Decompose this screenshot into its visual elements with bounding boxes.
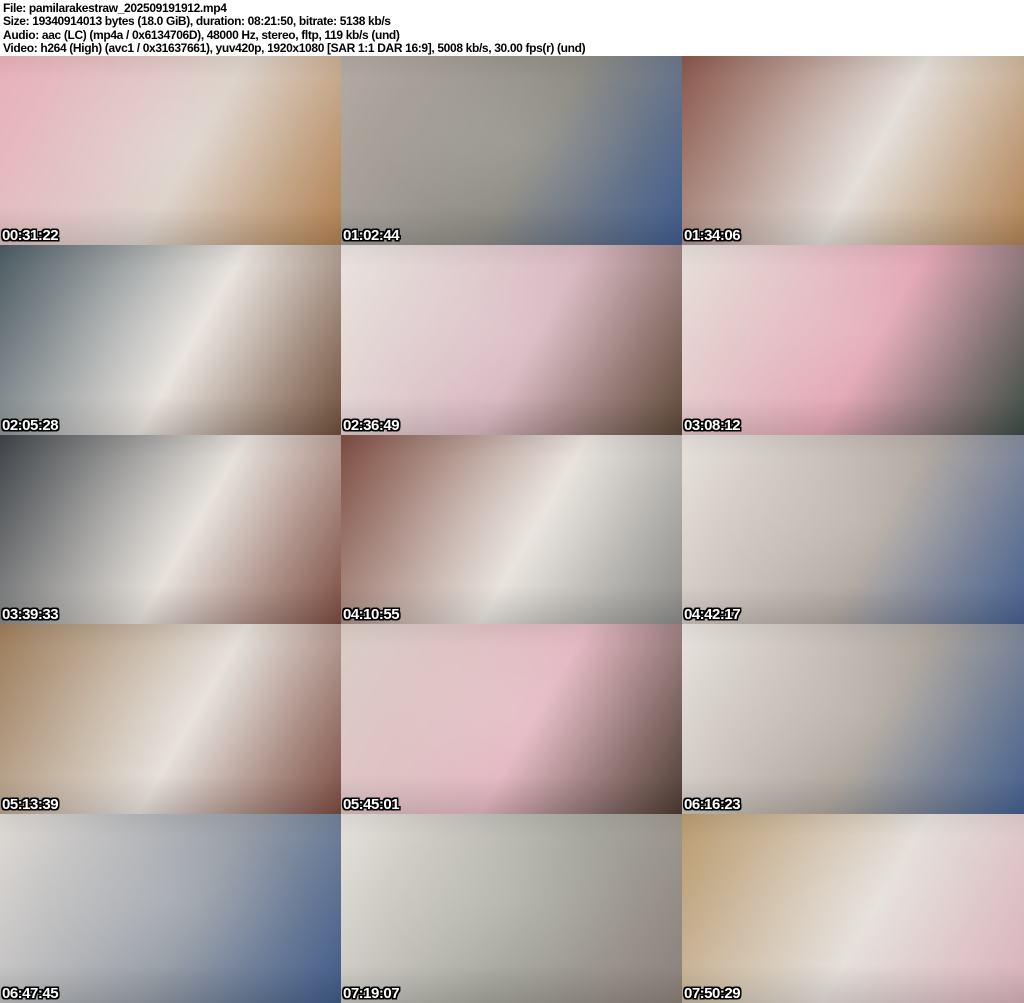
- video-thumbnail: 03:39:33: [0, 434, 341, 625]
- timestamp-overlay: 03:39:33: [2, 606, 59, 624]
- video-thumbnail: 04:10:55: [341, 434, 682, 625]
- timestamp-overlay: 07:19:07: [343, 984, 400, 1002]
- video-thumbnail: 02:36:49: [341, 245, 682, 435]
- thumbnail-grid: 00:31:22 01:02:44 01:34:06 02:05:28 02:3…: [0, 56, 1024, 1003]
- timestamp-overlay: 02:05:28: [2, 416, 59, 434]
- timestamp-overlay: 04:10:55: [343, 606, 400, 624]
- audio-info-line: Audio: aac (LC) (mp4a / 0x6134706D), 480…: [3, 27, 400, 42]
- timestamp-overlay: 04:42:17: [684, 606, 741, 624]
- timestamp-overlay: 06:47:45: [2, 984, 59, 1002]
- video-contact-sheet: File: pamilarakestraw_202509191912.mp4 S…: [0, 0, 1024, 1003]
- video-thumbnail: 07:19:07: [341, 813, 682, 1003]
- video-thumbnail: 00:31:22: [0, 56, 341, 246]
- video-thumbnail: 05:13:39: [0, 624, 341, 814]
- video-thumbnail: 03:08:12: [682, 245, 1024, 435]
- size-info-line: Size: 19340914013 bytes (18.0 GiB), dura…: [3, 14, 391, 29]
- timestamp-overlay: 01:02:44: [343, 227, 400, 245]
- video-thumbnail: 01:02:44: [341, 56, 682, 246]
- timestamp-overlay: 01:34:06: [684, 227, 741, 245]
- timestamp-overlay: 06:16:23: [684, 795, 741, 813]
- video-thumbnail: 06:16:23: [682, 624, 1024, 814]
- timestamp-overlay: 07:50:29: [684, 984, 741, 1002]
- timestamp-overlay: 03:08:12: [684, 416, 741, 434]
- video-thumbnail: 07:50:29: [682, 813, 1024, 1003]
- video-thumbnail: 01:34:06: [682, 56, 1024, 246]
- file-info-line: File: pamilarakestraw_202509191912.mp4: [3, 1, 227, 15]
- video-thumbnail: 02:05:28: [0, 245, 341, 435]
- timestamp-overlay: 00:31:22: [2, 227, 59, 245]
- timestamp-overlay: 05:13:39: [2, 795, 59, 813]
- video-thumbnail: 04:42:17: [682, 434, 1024, 625]
- video-thumbnail: 05:45:01: [341, 624, 682, 814]
- media-info-header: File: pamilarakestraw_202509191912.mp4 S…: [0, 0, 1024, 56]
- timestamp-overlay: 05:45:01: [343, 795, 400, 813]
- video-thumbnail: 06:47:45: [0, 813, 341, 1003]
- timestamp-overlay: 02:36:49: [343, 416, 400, 434]
- video-info-line: Video: h264 (High) (avc1 / 0x31637661), …: [3, 41, 586, 56]
